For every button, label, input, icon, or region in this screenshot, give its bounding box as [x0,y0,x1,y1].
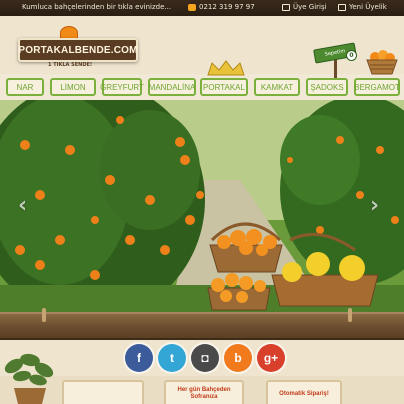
phone-number: 0212 319 97 97 [199,3,255,11]
nav-item-limon[interactable]: LİMON [50,78,96,96]
bottom-card-2[interactable]: Her gün Bahçeden Sofranıza [164,380,244,404]
nav-item-mandalina[interactable]: MANDALİNA [148,78,196,96]
register-link[interactable]: Yeni Üyelik [338,3,387,11]
basket-icon[interactable] [364,48,400,76]
nav-item-portakal[interactable]: PORTAKAL [200,78,248,96]
bottom-card-1[interactable] [62,380,144,404]
phone-contact[interactable]: 0212 319 97 97 [188,3,255,11]
nav-item-bergamot[interactable]: BERGAMOT [354,78,400,96]
site-logo[interactable]: PORTAKALBENDE.COM [18,38,138,62]
tagline: 1 TIKLA SENDE! [48,62,93,68]
facebook-button[interactable]: f [125,344,153,372]
potted-plant-icon [4,353,54,404]
wooden-plank-divider [0,312,404,340]
twitter-button[interactable]: t [158,344,186,372]
nav-item-kamkat[interactable]: KAMKAT [254,78,300,96]
slider-prev-button[interactable]: ‹ [18,195,32,217]
register-label: Yeni Üyelik [349,3,387,11]
rope-right [348,308,352,322]
nav-item-greyfurt[interactable]: GREYFURT [100,78,144,96]
phone-icon [188,3,196,11]
cart-count-badge: 0 [346,50,357,61]
login-icon [282,3,290,11]
hero-slider[interactable]: ‹ › [0,100,404,312]
bottom-banner-row: Her gün Bahçeden Sofranıza Otomatik Sipa… [0,376,404,404]
googleplus-button[interactable]: g+ [257,344,285,372]
login-label: Üye Girişi [293,3,327,11]
top-bar: Kumluca bahçelerinden bir tıkla evinizde… [0,0,404,16]
social-bar: f t ◘ b g+ [0,340,404,376]
promo-text: Kumluca bahçelerinden bir tıkla evinizde… [22,3,172,11]
register-icon [338,3,346,11]
instagram-button[interactable]: ◘ [191,344,219,372]
slider-next-button[interactable]: › [370,195,384,217]
rope-left [42,308,46,322]
nav-item-sadoks[interactable]: ŞADOKS [306,78,348,96]
category-nav: NAR LİMON GREYFURT MANDALİNA PORTAKAL KA… [0,74,404,100]
orchard-image [0,100,404,312]
nav-item-nar[interactable]: NAR [6,78,44,96]
blogger-button[interactable]: b [224,344,252,372]
login-link[interactable]: Üye Girişi [282,3,327,11]
bottom-card-3[interactable]: Otomatik Sipariş! [266,380,342,404]
